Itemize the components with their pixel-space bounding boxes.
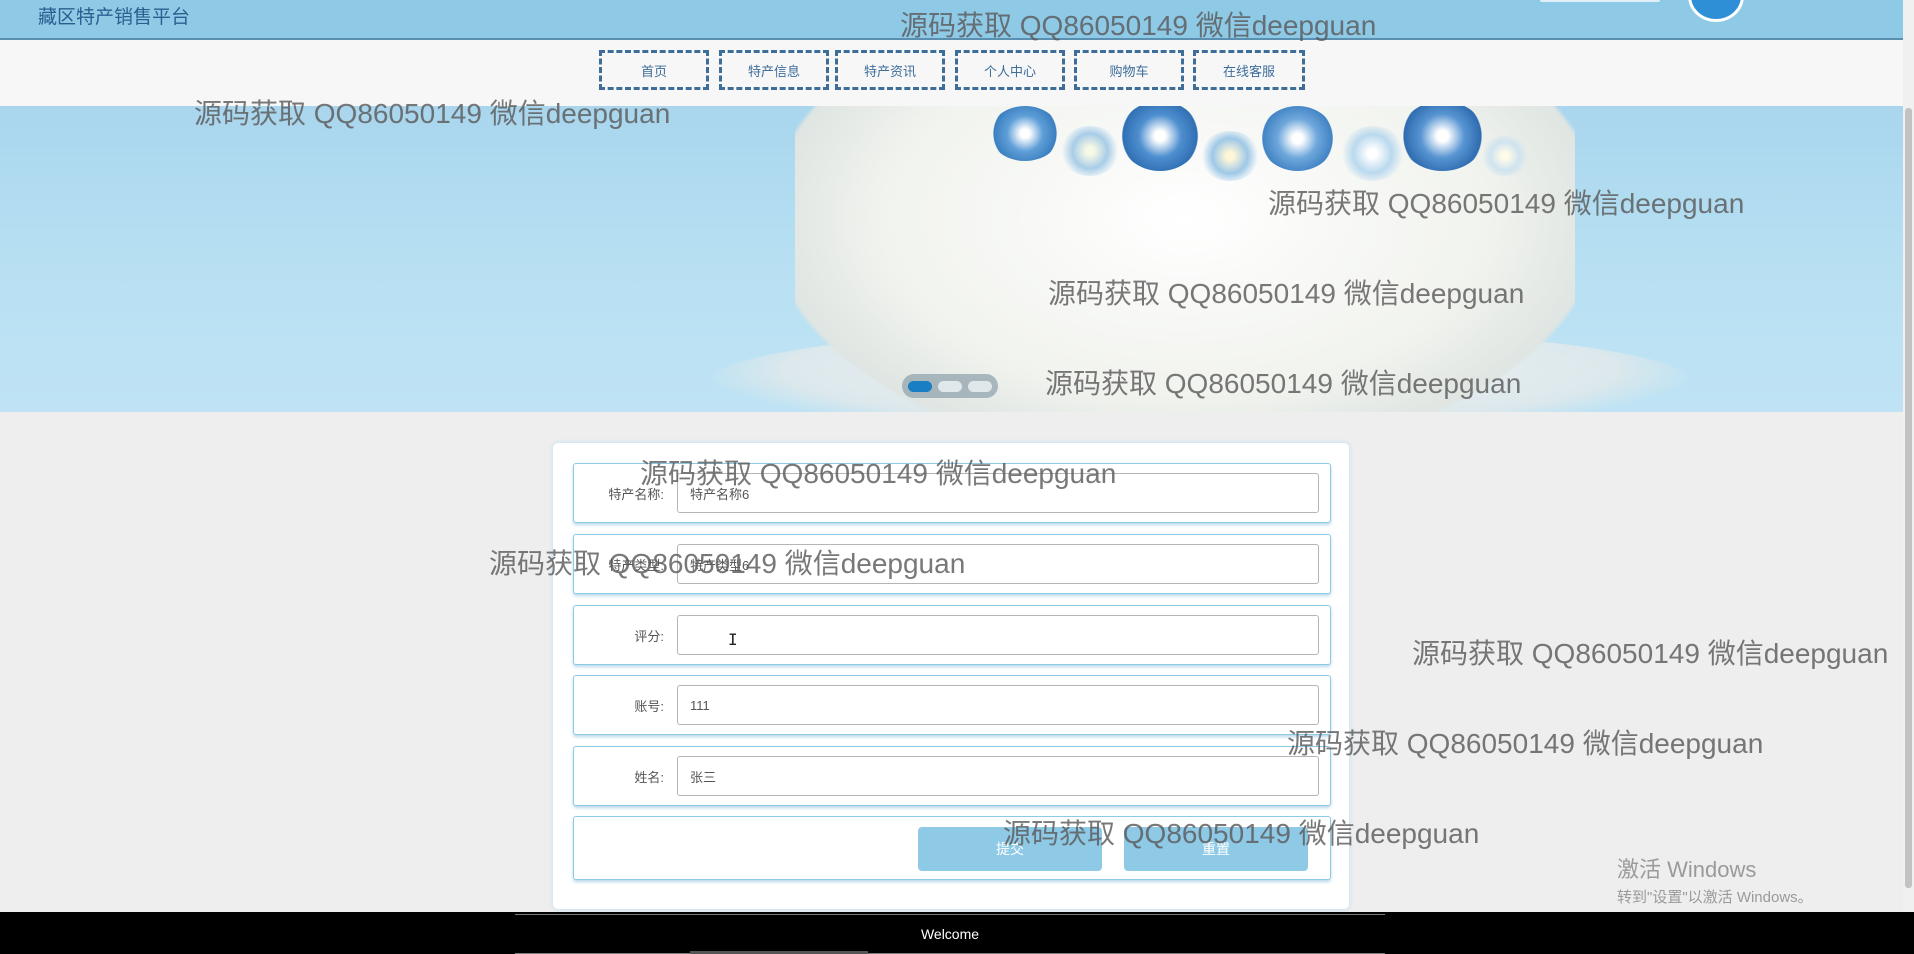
site-title: 藏区特产销售平台 bbox=[38, 7, 191, 28]
form-row-username: 姓名: bbox=[573, 746, 1331, 806]
field-label-username: 姓名: bbox=[634, 770, 664, 785]
flower-decoration bbox=[1260, 106, 1335, 171]
flower-decoration bbox=[1480, 136, 1530, 176]
name-field[interactable] bbox=[677, 473, 1319, 513]
form-row-account: 账号: bbox=[573, 675, 1331, 735]
comment-form: 特产名称: 特产类型: 评分: 账号: 姓名: 提交 重置 bbox=[552, 442, 1350, 910]
main-nav: 首页 特产信息 特产资讯 个人中心 购物车 在线客服 bbox=[0, 40, 1903, 106]
nav-item-home[interactable]: 首页 bbox=[599, 50, 709, 90]
avatar[interactable] bbox=[1688, 0, 1744, 22]
flower-decoration bbox=[990, 106, 1060, 161]
watermark: 源码获取 QQ86050149 微信deepguan bbox=[1287, 728, 1764, 759]
top-header: 藏区特产销售平台 bbox=[0, 0, 1903, 40]
form-row-type: 特产类型: bbox=[573, 534, 1331, 594]
reset-button[interactable]: 重置 bbox=[1124, 827, 1308, 871]
carousel-dot-2[interactable] bbox=[938, 380, 962, 392]
nav-item-online-service[interactable]: 在线客服 bbox=[1193, 50, 1305, 90]
score-field[interactable] bbox=[677, 615, 1319, 655]
nav-item-specialty-info[interactable]: 特产信息 bbox=[719, 50, 829, 90]
carousel-dot-3[interactable] bbox=[968, 380, 992, 392]
submit-button[interactable]: 提交 bbox=[918, 827, 1102, 871]
field-label-name: 特产名称: bbox=[608, 487, 664, 502]
windows-activation-hint: 转到"设置"以激活 Windows。 bbox=[1617, 889, 1813, 906]
footer: Welcome bbox=[0, 912, 1914, 954]
form-row-score: 评分: bbox=[573, 605, 1331, 665]
field-label-score: 评分: bbox=[634, 629, 664, 644]
windows-activation-title: 激活 Windows bbox=[1617, 857, 1757, 882]
text-cursor-icon: I bbox=[728, 630, 738, 649]
field-label-type: 特产类型: bbox=[608, 558, 664, 573]
flower-decoration bbox=[1200, 131, 1260, 181]
flower-decoration bbox=[1340, 126, 1405, 181]
footer-text: Welcome bbox=[515, 914, 1385, 954]
carousel-dot-1[interactable] bbox=[908, 380, 932, 392]
username-field[interactable] bbox=[677, 756, 1319, 796]
carousel-indicators bbox=[902, 374, 998, 398]
nav-item-cart[interactable]: 购物车 bbox=[1074, 50, 1184, 90]
field-label-account: 账号: bbox=[634, 699, 664, 714]
scrollbar-thumb[interactable] bbox=[1905, 108, 1912, 888]
watermark: 源码获取 QQ86050149 微信deepguan bbox=[1412, 638, 1889, 669]
account-field[interactable] bbox=[677, 685, 1319, 725]
nav-item-personal-center[interactable]: 个人中心 bbox=[955, 50, 1065, 90]
form-row-name: 特产名称: bbox=[573, 463, 1331, 523]
windows-activation-notice: 激活 Windows 转到"设置"以激活 Windows。 bbox=[1617, 852, 1813, 907]
flower-decoration bbox=[1060, 126, 1120, 176]
nav-item-specialty-news[interactable]: 特产资讯 bbox=[835, 50, 945, 90]
type-field[interactable] bbox=[677, 544, 1319, 584]
form-row-actions: 提交 重置 bbox=[573, 816, 1331, 880]
banner-carousel[interactable] bbox=[0, 106, 1903, 412]
user-area[interactable] bbox=[1540, 0, 1660, 2]
